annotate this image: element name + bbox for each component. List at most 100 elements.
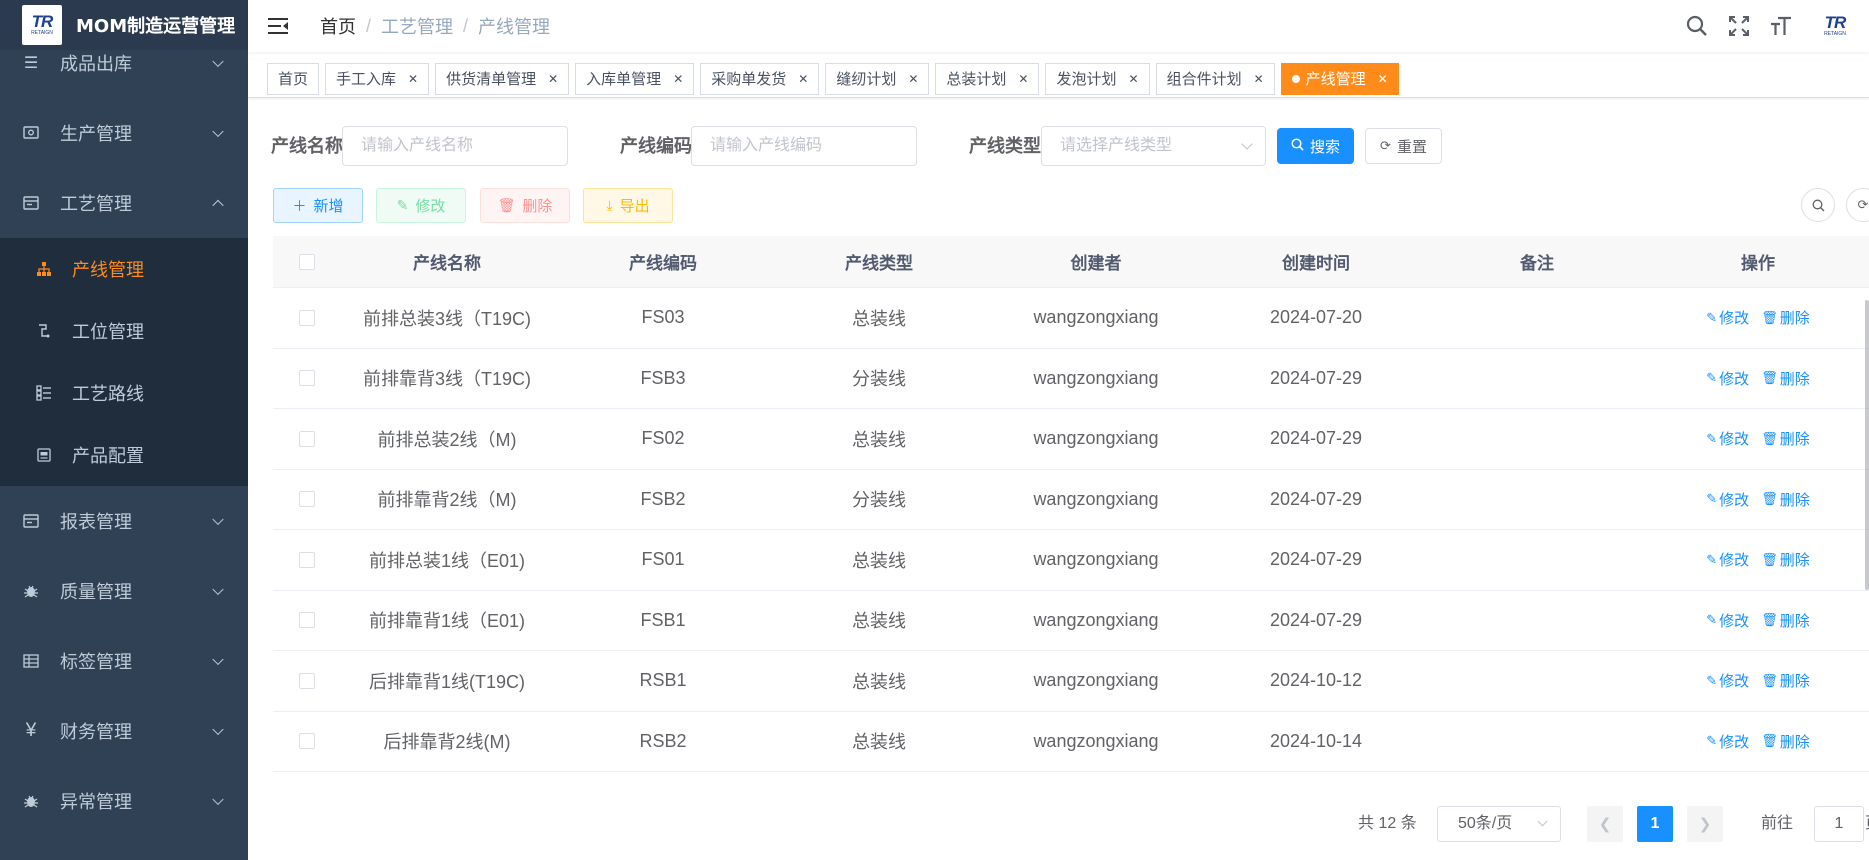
edit-button[interactable]: ✎ 修改: [376, 188, 466, 223]
row-checkbox[interactable]: [299, 551, 315, 568]
tag-foam-plan[interactable]: 发泡计划 ✕: [1045, 62, 1150, 95]
breadcrumb-home[interactable]: 首页: [320, 13, 356, 39]
row-edit-link[interactable]: ✎ 修改: [1706, 610, 1749, 631]
prev-page-button[interactable]: ❮: [1587, 806, 1623, 842]
sidebar-item-process[interactable]: 工艺管理: [0, 168, 248, 238]
tag-home[interactable]: 首页: [267, 62, 320, 95]
table-icon: [22, 652, 40, 670]
row-checkbox[interactable]: [299, 430, 315, 447]
tag-line-management[interactable]: 产线管理 ✕: [1280, 62, 1399, 95]
tag-sewing-plan[interactable]: 缝纫计划 ✕: [825, 62, 930, 95]
sidebar-item-process-route[interactable]: 工艺路线: [0, 362, 248, 424]
trash-icon: 🗑: [1761, 430, 1778, 446]
close-icon[interactable]: ✕: [673, 72, 683, 86]
toggle-search-button[interactable]: [1801, 188, 1835, 222]
row-checkbox[interactable]: [299, 309, 315, 326]
sidebar-item-quality[interactable]: 质量管理: [0, 556, 248, 626]
tag-supply-list[interactable]: 供货清单管理 ✕: [435, 62, 570, 95]
close-icon[interactable]: ✕: [1129, 72, 1139, 86]
select-all-checkbox[interactable]: [299, 253, 315, 270]
next-page-button[interactable]: ❯: [1687, 806, 1723, 842]
table-row[interactable]: 前排总装2线（M) FS02 总装线 wangzongxiang 2024-07-29 …: [273, 409, 1869, 470]
row-delete-link[interactable]: 🗑 删除: [1761, 307, 1810, 328]
line-table: 产线名称 产线编码 产线类型 创建者 创建时间 备注 操作 前排总装3线（T19…: [273, 236, 1869, 772]
refresh-button[interactable]: ⟳: [1846, 188, 1869, 222]
goto-unit: 页: [1865, 806, 1869, 842]
sidebar-item-production[interactable]: 生产管理: [0, 98, 248, 168]
row-edit-link[interactable]: ✎ 修改: [1706, 368, 1749, 389]
close-icon[interactable]: ✕: [548, 72, 558, 86]
row-delete-link[interactable]: 🗑 删除: [1761, 610, 1810, 631]
avatar[interactable]: TR RETAIGN: [1813, 11, 1857, 41]
row-delete-link[interactable]: 🗑 删除: [1761, 489, 1810, 510]
table-header: 产线名称 产线编码 产线类型 创建者 创建时间 备注 操作: [273, 236, 1869, 288]
row-delete-link[interactable]: 🗑 删除: [1761, 368, 1810, 389]
sidebar-item-finance[interactable]: ¥ 财务管理: [0, 696, 248, 766]
font-size-icon[interactable]: [1769, 14, 1793, 38]
line-type-select[interactable]: 请选择产线类型: [1041, 126, 1266, 166]
close-icon[interactable]: ✕: [798, 72, 808, 86]
table-row[interactable]: 后排靠背2线(M) RSB2 总装线 wangzongxiang 2024-10-14 …: [273, 712, 1869, 772]
fullscreen-icon[interactable]: [1727, 14, 1751, 38]
table-row[interactable]: 前排总装3线（T19C) FS03 总装线 wangzongxiang 2024-07-…: [273, 288, 1869, 349]
delete-button[interactable]: 🗑 删除: [480, 188, 570, 223]
chevron-down-icon: [212, 125, 224, 138]
sidebar-item-label[interactable]: 标签管理: [0, 626, 248, 696]
row-delete-link[interactable]: 🗑 删除: [1761, 428, 1810, 449]
row-delete-link[interactable]: 🗑 删除: [1761, 549, 1810, 570]
sidebar-item-station-management[interactable]: 工位管理: [0, 300, 248, 362]
row-checkbox[interactable]: [299, 672, 315, 689]
tag-inbound-order[interactable]: 入库单管理 ✕: [575, 62, 695, 95]
sidebar-item-report[interactable]: 报表管理: [0, 486, 248, 556]
breadcrumb-process[interactable]: 工艺管理: [381, 13, 453, 39]
row-edit-link[interactable]: ✎ 修改: [1706, 549, 1749, 570]
page-size-select[interactable]: 50条/页: [1437, 806, 1561, 842]
goto-page-input[interactable]: 1: [1814, 806, 1864, 842]
row-checkbox[interactable]: [299, 733, 315, 750]
line-name-input[interactable]: 请输入产线名称: [342, 126, 568, 166]
row-checkbox[interactable]: [299, 370, 315, 387]
row-edit-link[interactable]: ✎ 修改: [1706, 489, 1749, 510]
close-icon[interactable]: ✕: [408, 72, 418, 86]
operation-cell: ✎ 修改 🗑 删除: [1649, 610, 1867, 631]
close-icon[interactable]: ✕: [1378, 72, 1388, 86]
search-icon[interactable]: [1685, 14, 1709, 38]
scrollbar[interactable]: [1865, 300, 1869, 590]
line-name-cell: 前排总装3线（T19C): [362, 308, 532, 329]
row-checkbox[interactable]: [299, 491, 315, 508]
tag-assembly-plan[interactable]: 总装计划 ✕: [935, 62, 1040, 95]
close-icon[interactable]: ✕: [1254, 72, 1264, 86]
hamburger-icon[interactable]: [268, 17, 290, 35]
row-delete-link[interactable]: 🗑 删除: [1761, 731, 1810, 752]
tag-manual-inbound[interactable]: 手工入库 ✕: [325, 62, 430, 95]
table-row[interactable]: 后排靠背1线(T19C) RSB1 总装线 wangzongxiang 2024-10-…: [273, 651, 1869, 712]
tag-component-plan[interactable]: 组合件计划 ✕: [1155, 62, 1275, 95]
add-button[interactable]: ＋新增: [273, 188, 363, 223]
table-row[interactable]: 前排靠背3线（T19C) FSB3 分装线 wangzongxiang 2024-07-…: [273, 349, 1869, 409]
trash-icon: 🗑: [1761, 491, 1778, 507]
sidebar-item-exception[interactable]: 异常管理: [0, 766, 248, 836]
breadcrumb-separator: /: [366, 15, 372, 36]
row-delete-link[interactable]: 🗑 删除: [1761, 670, 1810, 691]
tag-purchase-shipment[interactable]: 采购单发货 ✕: [700, 62, 820, 95]
reset-button[interactable]: ⟳ 重置: [1365, 128, 1442, 164]
export-button[interactable]: ⤓ 导出: [583, 188, 673, 223]
line-code-input[interactable]: 请输入产线编码: [691, 126, 917, 166]
row-edit-link[interactable]: ✎ 修改: [1706, 307, 1749, 328]
sidebar-item-finished-outbound[interactable]: ☰ 成品出库: [0, 28, 248, 98]
create-time-cell: 2024-07-20: [1269, 307, 1363, 328]
sidebar-item-product-config[interactable]: 产品配置: [0, 424, 248, 486]
navbar: 首页 / 工艺管理 / 产线管理 TR RETAIGN: [248, 0, 1869, 52]
row-checkbox[interactable]: [299, 612, 315, 629]
sidebar-item-line-management[interactable]: 产线管理: [0, 238, 248, 300]
table-row[interactable]: 前排总装1线（E01) FS01 总装线 wangzongxiang 2024-07-2…: [273, 530, 1869, 591]
row-edit-link[interactable]: ✎ 修改: [1706, 428, 1749, 449]
search-button[interactable]: 搜索: [1277, 128, 1354, 164]
close-icon[interactable]: ✕: [908, 72, 918, 86]
table-row[interactable]: 前排靠背2线（M) FSB2 分装线 wangzongxiang 2024-07-29 …: [273, 470, 1869, 530]
row-edit-link[interactable]: ✎ 修改: [1706, 670, 1749, 691]
close-icon[interactable]: ✕: [1018, 72, 1028, 86]
row-edit-link[interactable]: ✎ 修改: [1706, 731, 1749, 752]
table-row[interactable]: 前排靠背1线（E01) FSB1 总装线 wangzongxiang 2024-07-2…: [273, 591, 1869, 651]
page-number-current[interactable]: 1: [1637, 806, 1673, 842]
